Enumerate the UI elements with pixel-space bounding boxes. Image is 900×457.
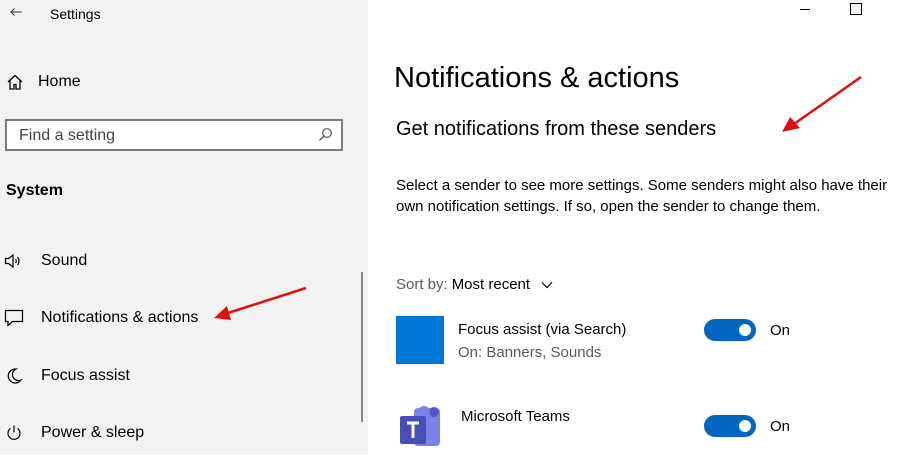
speaker-icon [4,251,24,271]
sidebar-item-label: Power & sleep [41,424,145,441]
description-text: Select a sender to see more settings. So… [396,177,888,215]
sender-status: On: Banners, Sounds [458,344,602,361]
chevron-down-icon [541,281,553,288]
page-title: Notifications & actions [394,62,680,94]
sidebar-item-label: Focus assist [41,367,130,384]
sidebar-item-sound[interactable]: Sound [4,249,87,273]
sidebar-item-notifications[interactable]: Notifications & actions [4,306,198,330]
sidebar-item-focus-assist[interactable]: Focus assist [4,364,130,388]
section-label-system: System [6,182,63,199]
toggle-state-label: On [770,322,791,339]
focus-assist-app-icon [396,316,444,364]
minimize-button[interactable] [798,9,812,11]
sender-row[interactable]: Focus assist (via Search) On: Banners, S… [396,316,896,368]
search-input[interactable] [19,126,309,146]
home-nav-item[interactable]: Home [6,71,81,93]
section-subtitle: Get notifications from these senders [396,118,717,140]
maximize-button[interactable] [850,3,862,15]
sidebar-scrollbar[interactable] [361,272,363,422]
home-icon [7,74,23,90]
window-title: Settings [50,6,101,22]
sender-name: Microsoft Teams [461,408,570,425]
sender-toggle[interactable] [704,415,756,437]
microsoft-teams-icon [400,402,444,452]
sort-label: Sort by: [396,276,448,293]
sender-toggle[interactable] [704,319,756,341]
sidebar: Settings Home System Sound Notification [0,0,368,455]
sort-by-dropdown[interactable]: Sort by: Most recent [396,276,554,293]
sidebar-item-power-sleep[interactable]: Power & sleep [4,421,144,445]
minimize-icon [800,9,810,10]
notification-icon [4,308,24,328]
home-label: Home [38,73,81,90]
toggle-knob [739,324,751,336]
sender-name: Focus assist (via Search) [458,321,627,338]
sidebar-item-label: Sound [41,252,88,269]
moon-icon [4,366,24,386]
back-arrow-icon [10,8,22,16]
back-button[interactable] [6,2,26,22]
toggle-knob [739,420,751,432]
search-icon[interactable] [317,127,333,143]
search-box[interactable] [5,119,343,151]
toggle-state-label: On [770,418,791,435]
sender-row[interactable]: Microsoft Teams On [396,402,896,454]
sidebar-item-label: Notifications & actions [41,309,199,326]
sort-value: Most recent [451,276,531,293]
annotation-arrow [782,75,862,132]
power-icon [4,423,24,443]
